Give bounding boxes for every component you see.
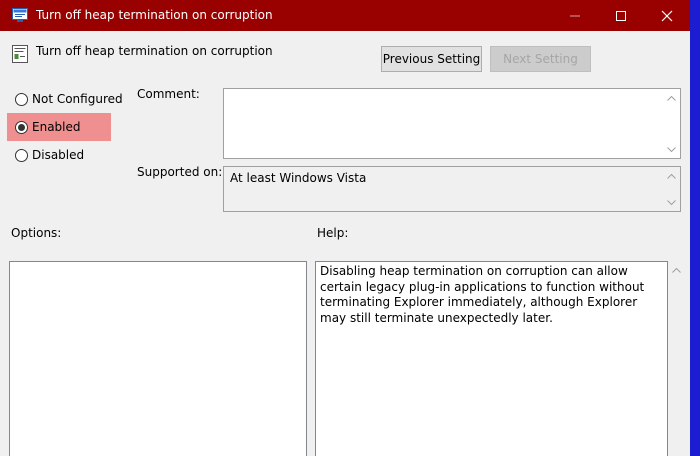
maximize-icon	[616, 11, 626, 21]
radio-label: Not Configured	[32, 92, 123, 106]
supported-on-field: At least Windows Vista	[223, 166, 681, 212]
radio-label: Enabled	[32, 120, 81, 134]
comment-textarea[interactable]	[223, 88, 681, 159]
help-text: Disabling heap termination on corruption…	[320, 264, 645, 325]
comment-label: Comment:	[137, 87, 200, 101]
help-label: Help:	[317, 226, 349, 240]
radio-button[interactable]	[15, 121, 28, 134]
options-panel[interactable]	[9, 261, 307, 456]
maximize-button[interactable]	[598, 0, 644, 31]
policy-setting-dialog: Turn off heap termination on corruption	[0, 0, 690, 456]
setting-title: Turn off heap termination on corruption	[36, 44, 273, 58]
previous-setting-button[interactable]: Previous Setting	[381, 46, 482, 72]
radio-label: Disabled	[32, 148, 85, 162]
scroll-up-icon[interactable]	[672, 267, 681, 273]
title-bar[interactable]: Turn off heap termination on corruption	[0, 0, 690, 31]
help-scrollbar[interactable]	[668, 261, 685, 456]
close-button[interactable]	[644, 0, 690, 31]
help-panel[interactable]: Disabling heap termination on corruption…	[315, 261, 668, 456]
supported-on-value: At least Windows Vista	[230, 171, 367, 185]
comment-scrollbar[interactable]	[663, 89, 680, 158]
minimize-button[interactable]	[552, 0, 598, 31]
radio-selected-dot	[18, 124, 25, 131]
scroll-up-icon[interactable]	[667, 95, 676, 101]
supported-scrollbar[interactable]	[663, 167, 680, 211]
policy-editor-icon	[12, 8, 28, 22]
scroll-down-icon[interactable]	[667, 147, 676, 153]
policy-setting-icon	[12, 45, 28, 63]
radio-button[interactable]	[15, 93, 28, 106]
scroll-down-icon[interactable]	[667, 200, 676, 206]
radio-button[interactable]	[15, 149, 28, 162]
next-setting-button[interactable]: Next Setting	[490, 46, 591, 72]
radio-disabled[interactable]: Disabled	[7, 141, 111, 169]
scroll-up-icon[interactable]	[667, 173, 676, 179]
supported-on-label: Supported on:	[137, 165, 223, 179]
minimize-icon	[570, 15, 580, 17]
options-label: Options:	[11, 226, 62, 240]
radio-enabled[interactable]: Enabled	[7, 113, 111, 141]
window-title: Turn off heap termination on corruption	[36, 8, 273, 22]
radio-not-configured[interactable]: Not Configured	[7, 85, 123, 113]
close-icon	[661, 10, 673, 22]
